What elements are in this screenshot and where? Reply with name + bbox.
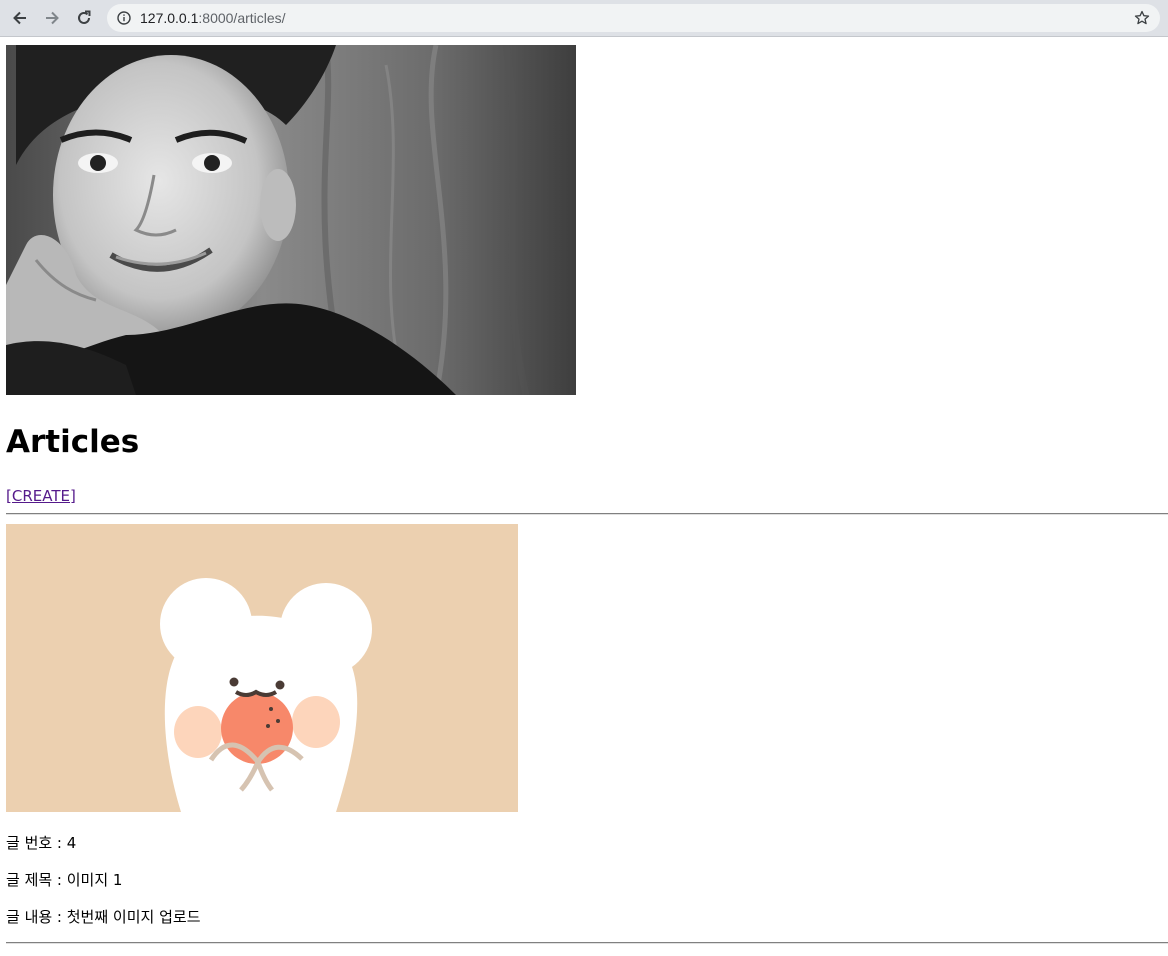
page-content: Articles [CREATE] 글 번호: 4 글 제목: 이미지 1 … [0, 37, 1168, 956]
hero-photo [6, 45, 576, 395]
article-content: 글 내용 : 첫번째 이미지 업로드 [6, 908, 201, 926]
create-link[interactable]: [CREATE] [6, 485, 76, 507]
url-text: 127.0.0.1:8000/articles/ [140, 4, 286, 32]
page-title: Articles [6, 424, 140, 460]
article-image [6, 524, 518, 812]
divider [6, 942, 1168, 944]
arrow-left-icon [13, 11, 26, 25]
arrow-right-icon [46, 11, 59, 25]
forward-button[interactable] [40, 6, 64, 30]
article-number: 글 번호 : 4 [6, 834, 77, 852]
article-title: 글 제목 : 이미지 1 [6, 871, 123, 889]
divider [6, 513, 1168, 515]
url-host: 127.0.0.1 [140, 10, 199, 26]
address-bar[interactable]: 127.0.0.1:8000/articles/ [107, 4, 1160, 32]
info-icon[interactable] [117, 11, 131, 25]
browser-toolbar: 127.0.0.1:8000/articles/ [0, 0, 1168, 37]
star-icon[interactable] [1134, 10, 1150, 26]
reload-icon [78, 10, 91, 24]
back-button[interactable] [8, 6, 32, 30]
url-path: :8000/articles/ [198, 10, 286, 26]
reload-button[interactable] [72, 6, 96, 30]
